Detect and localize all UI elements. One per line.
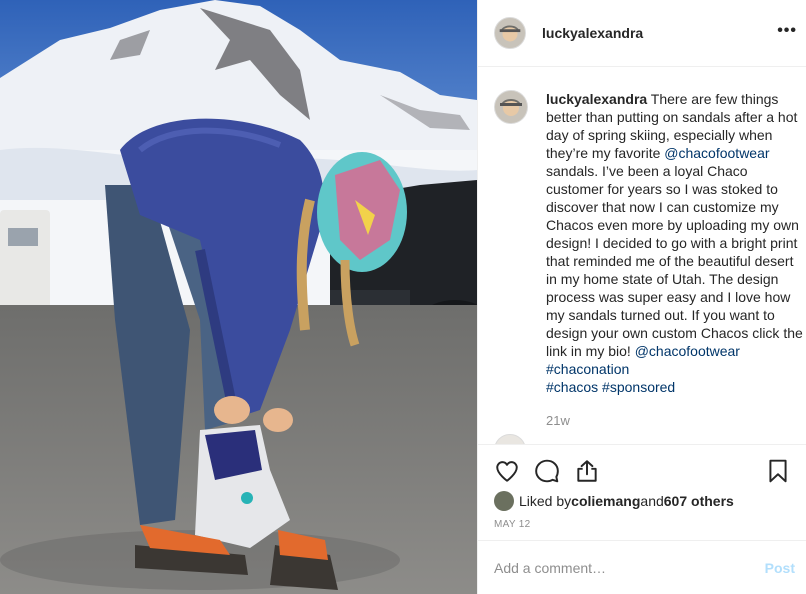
author-avatar[interactable] [494,17,526,49]
next-comment-avatar[interactable] [494,434,526,444]
avatar-image [495,91,527,123]
caption-comment: luckyalexandra There are few things bett… [494,90,804,396]
likes-and: and [640,493,664,509]
add-comment-bar: Add a comment… Post [478,540,806,594]
likes-summary[interactable]: Liked by coliemang and 607 others [494,491,734,511]
post-details-panel: luckyalexandra ••• luckyalexandra There … [477,0,806,594]
add-comment-input[interactable]: Add a comment… [494,560,606,576]
share-icon[interactable] [574,458,600,484]
hashtag-link[interactable]: #sponsored [602,379,675,395]
post-photo[interactable] [0,0,477,594]
bookmark-icon[interactable] [765,458,791,484]
post-date[interactable]: MAY 12 [494,519,530,530]
mention-link[interactable]: @chacofootwear [635,343,740,359]
post-photo-image [0,0,477,594]
liker-username[interactable]: coliemang [571,493,640,509]
liker-avatar [494,491,514,511]
post-header: luckyalexandra ••• [478,0,806,67]
caption-age[interactable]: 21w [546,413,570,428]
author-username[interactable]: luckyalexandra [542,25,643,41]
more-horizontal-icon[interactable]: ••• [777,22,797,40]
likes-count[interactable]: 607 others [664,493,734,509]
caption-username[interactable]: luckyalexandra [546,91,647,107]
caption-author-avatar[interactable] [494,90,528,124]
avatar-image [495,18,525,48]
post-actions: Liked by coliemang and 607 others MAY 12 [478,444,806,539]
mention-link[interactable]: @chacofootwear [664,145,769,161]
likes-prefix: Liked by [519,493,572,509]
comments-section: luckyalexandra There are few things bett… [478,68,806,444]
caption-text-part: sandals. I’ve been a loyal Chaco custome… [546,163,803,359]
comment-icon[interactable] [534,458,560,484]
heart-icon[interactable] [494,458,520,484]
caption-text: luckyalexandra There are few things bett… [546,90,804,396]
hashtag-link[interactable]: #chaconation [546,361,629,377]
instagram-post: luckyalexandra ••• luckyalexandra There … [0,0,806,594]
post-comment-button[interactable]: Post [765,560,795,576]
hashtag-link[interactable]: #chacos [546,379,598,395]
